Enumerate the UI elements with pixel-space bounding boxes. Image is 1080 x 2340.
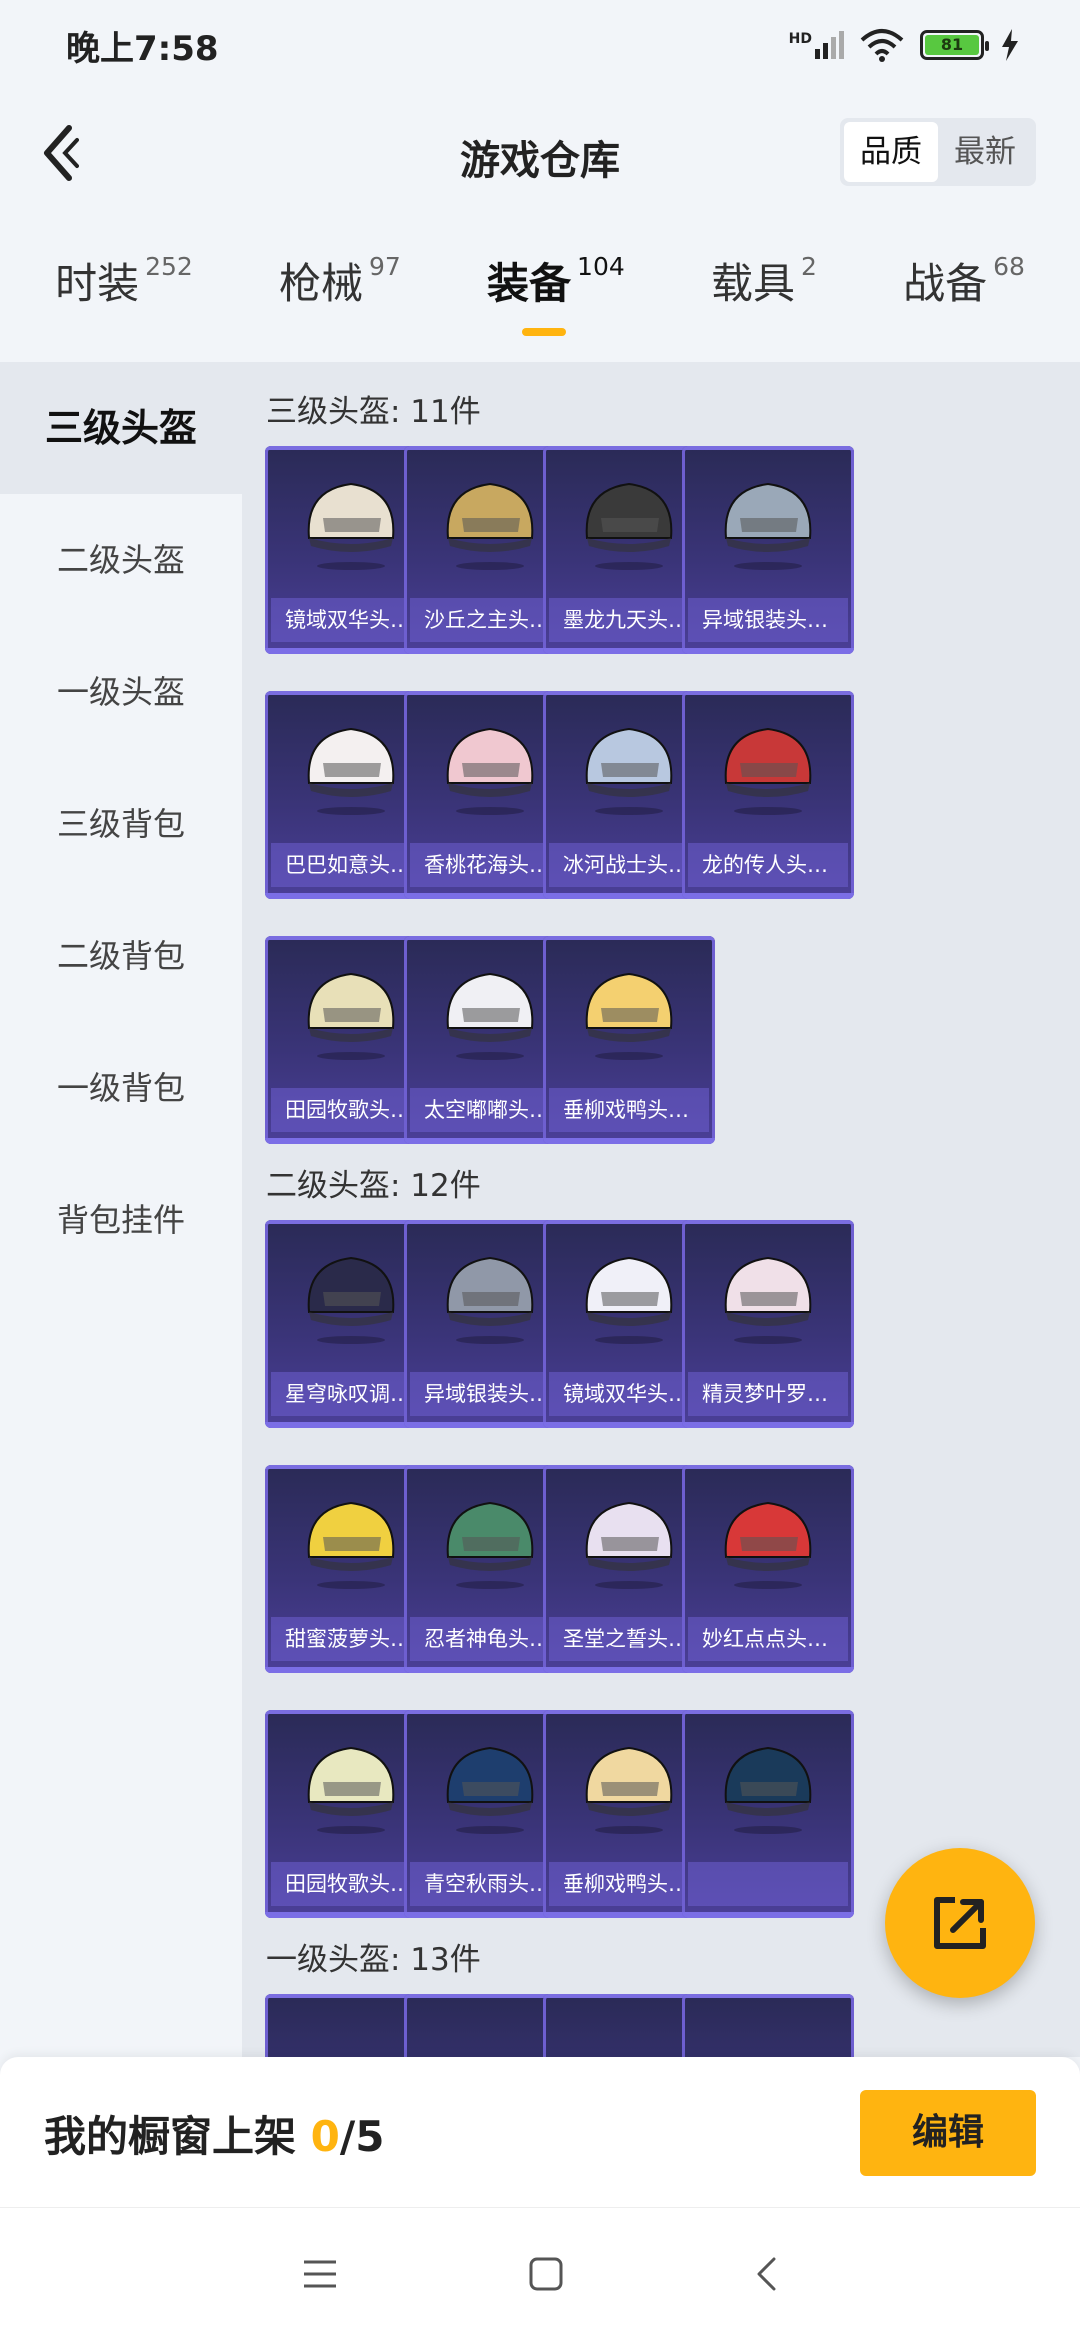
tab-label: 时装 [55, 259, 140, 308]
item-card[interactable] [682, 1994, 854, 2057]
helmet-icon [585, 1746, 673, 1834]
helmet-icon [307, 482, 395, 570]
section-title: 二级头盔: 12件 [266, 1168, 481, 1204]
showcase-label: 我的橱窗上架 [44, 2112, 311, 2161]
helmet-icon [724, 1256, 812, 1344]
charging-icon [1002, 29, 1018, 61]
sidebar-item-level1-helmet[interactable]: 一级头盔 [0, 626, 242, 758]
showcase-total-count: /5 [339, 2112, 385, 2161]
section-title: 三级头盔: 11件 [266, 394, 481, 430]
helmet-icon [446, 727, 534, 815]
edit-button[interactable]: 编辑 [860, 2090, 1036, 2176]
item-name: 妙红点点头… [688, 1617, 848, 1661]
battery-icon: 81 [920, 30, 989, 60]
helmet-icon [307, 1746, 395, 1834]
item-name: 龙的传人头… [688, 843, 848, 887]
status-icons: HD 81 [789, 28, 1020, 62]
tab-label: 战备 [903, 259, 988, 308]
helmet-icon [585, 482, 673, 570]
helmet-icon [446, 1501, 534, 1589]
showcase-current-count: 0 [310, 2112, 340, 2161]
helmet-icon [724, 482, 812, 570]
item-name [688, 1862, 848, 1906]
showcase-status: 我的橱窗上架 0/5 [44, 2103, 384, 2164]
sidebar-item-level2-helmet[interactable]: 二级头盔 [0, 494, 242, 626]
item-name: 异域银装头… [688, 598, 848, 642]
helmet-icon [585, 972, 673, 1060]
sort-quality-button[interactable]: 品质 [844, 122, 938, 182]
helmet-icon [307, 727, 395, 815]
item-name: 垂柳戏鸭头… [549, 1088, 709, 1132]
showcase-bar: 我的橱窗上架 0/5 编辑 [0, 2057, 1080, 2207]
system-nav-bar [0, 2207, 1080, 2340]
item-grid: 三级头盔: 11件 镜域双华头… 沙丘之主头… 墨龙九天头… 异域银装头… 巴巴如意头… 香… [242, 362, 1080, 2057]
sidebar-item-level3-backpack[interactable]: 三级背包 [0, 758, 242, 890]
tab-vehicles[interactable]: 载具 2 [711, 250, 817, 350]
sidebar-item-backpack-pendant[interactable]: 背包挂件 [0, 1154, 242, 1286]
tab-supplies[interactable]: 战备 68 [903, 250, 1025, 350]
sort-latest-button[interactable]: 最新 [938, 122, 1032, 182]
tab-count: 97 [369, 252, 401, 281]
helmet-icon [724, 727, 812, 815]
item-card[interactable]: 妙红点点头… [682, 1465, 854, 1673]
sidebar-item-level2-backpack[interactable]: 二级背包 [0, 890, 242, 1022]
tab-label: 载具 [710, 259, 795, 308]
helmet-icon [446, 972, 534, 1060]
item-card[interactable]: 龙的传人头… [682, 691, 854, 899]
tab-count: 2 [800, 252, 817, 281]
tab-guns[interactable]: 枪械 97 [279, 250, 401, 350]
share-icon [934, 1897, 986, 1949]
signal-icon: HD [789, 31, 844, 59]
helmet-icon [446, 482, 534, 570]
sort-toggle: 品质 最新 [840, 118, 1036, 186]
header: 游戏仓库 品质 最新 [0, 100, 1080, 210]
item-card[interactable]: 异域银装头… [682, 446, 854, 654]
tab-label: 枪械 [279, 259, 364, 308]
sidebar: 三级头盔 二级头盔 一级头盔 三级背包 二级背包 一级背包 背包挂件 [0, 362, 242, 2062]
tab-count: 104 [577, 252, 625, 281]
helmet-icon [724, 1746, 812, 1834]
sidebar-item-level3-helmet[interactable]: 三级头盔 [0, 362, 242, 494]
hd-label: HD [788, 31, 812, 47]
sidebar-item-level1-backpack[interactable]: 一级背包 [0, 1022, 242, 1154]
status-bar: 晚上7:58 HD 81 [0, 0, 1080, 90]
tab-label: 装备 [487, 259, 572, 308]
item-card[interactable]: 精灵梦叶罗… [682, 1220, 854, 1428]
back-nav-icon[interactable] [754, 2256, 778, 2292]
status-time: 晚上7:58 [66, 28, 219, 69]
helmet-icon [307, 972, 395, 1060]
item-card[interactable]: 垂柳戏鸭头… [543, 936, 715, 1144]
helmet-icon [724, 1501, 812, 1589]
wifi-icon [860, 29, 904, 62]
active-tab-indicator [521, 328, 566, 336]
tab-count: 68 [993, 252, 1025, 281]
helmet-icon [446, 1746, 534, 1834]
helmet-icon [585, 1256, 673, 1344]
home-icon[interactable] [528, 2256, 564, 2292]
share-float-button[interactable] [885, 1848, 1035, 1998]
category-tabs: 时装 252 枪械 97 装备 104 载具 2 战备 68 [0, 250, 1080, 350]
tab-fashion[interactable]: 时装 252 [55, 250, 193, 350]
helmet-icon [307, 1256, 395, 1344]
item-card[interactable] [682, 1710, 854, 1918]
helmet-icon [307, 1501, 395, 1589]
helmet-icon [585, 1501, 673, 1589]
helmet-icon [585, 727, 673, 815]
helmet-icon [446, 1256, 534, 1344]
battery-level: 81 [925, 35, 979, 55]
tab-equipment[interactable]: 装备 104 [487, 250, 625, 350]
item-name: 精灵梦叶罗… [688, 1372, 848, 1416]
menu-icon[interactable] [302, 2259, 338, 2289]
tab-count: 252 [145, 252, 193, 281]
section-title: 一级头盔: 13件 [266, 1942, 481, 1978]
